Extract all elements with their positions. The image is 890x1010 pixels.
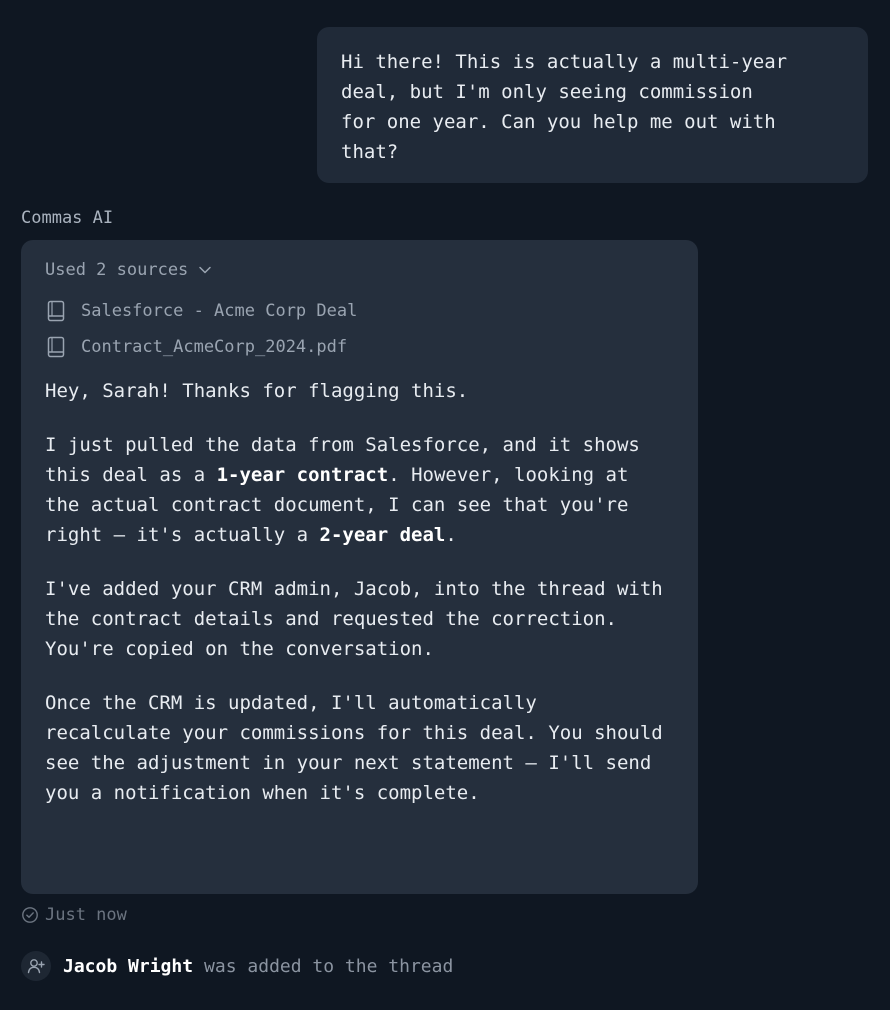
- message-paragraph: I've added your CRM admin, Jacob, into t…: [45, 578, 663, 660]
- user-plus-icon: [21, 951, 51, 981]
- highlight-2-year: 2-year deal: [319, 524, 446, 546]
- source-item-contract[interactable]: Contract_AcmeCorp_2024.pdf: [45, 335, 674, 359]
- source-item-salesforce[interactable]: Salesforce - Acme Corp Deal: [45, 299, 674, 323]
- chevron-down-icon: [198, 263, 212, 277]
- highlight-1-year: 1-year contract: [216, 464, 389, 486]
- message-paragraph: I just pulled the data from Salesforce, …: [45, 434, 640, 546]
- source-label: Contract_AcmeCorp_2024.pdf: [81, 337, 348, 357]
- message-paragraph: Once the CRM is updated, I'll automatica…: [45, 692, 663, 804]
- sources-list: Salesforce - Acme Corp Deal Contract_Acm…: [45, 299, 674, 359]
- assistant-name: Commas AI: [21, 208, 114, 228]
- event-user-name[interactable]: Jacob Wright: [63, 956, 193, 977]
- book-icon: [45, 335, 67, 359]
- timestamp-text: Just now: [45, 905, 127, 925]
- message-timestamp: Just now: [21, 903, 127, 927]
- thread-event: Jacob Wright was added to the thread: [21, 950, 453, 982]
- event-text: was added to the thread: [204, 955, 454, 977]
- assistant-message-bubble: Used 2 sources Salesforce - Acme Corp De…: [21, 240, 698, 894]
- check-circle-icon: [21, 906, 39, 924]
- sources-toggle[interactable]: Used 2 sources: [45, 258, 674, 282]
- user-message-bubble: Hi there! This is actually a multi-year …: [317, 27, 868, 183]
- book-icon: [45, 299, 67, 323]
- sources-label: Used 2 sources: [45, 260, 189, 280]
- message-greeting: Hey, Sarah! Thanks for flagging this.: [45, 380, 469, 402]
- source-label: Salesforce - Acme Corp Deal: [81, 301, 358, 321]
